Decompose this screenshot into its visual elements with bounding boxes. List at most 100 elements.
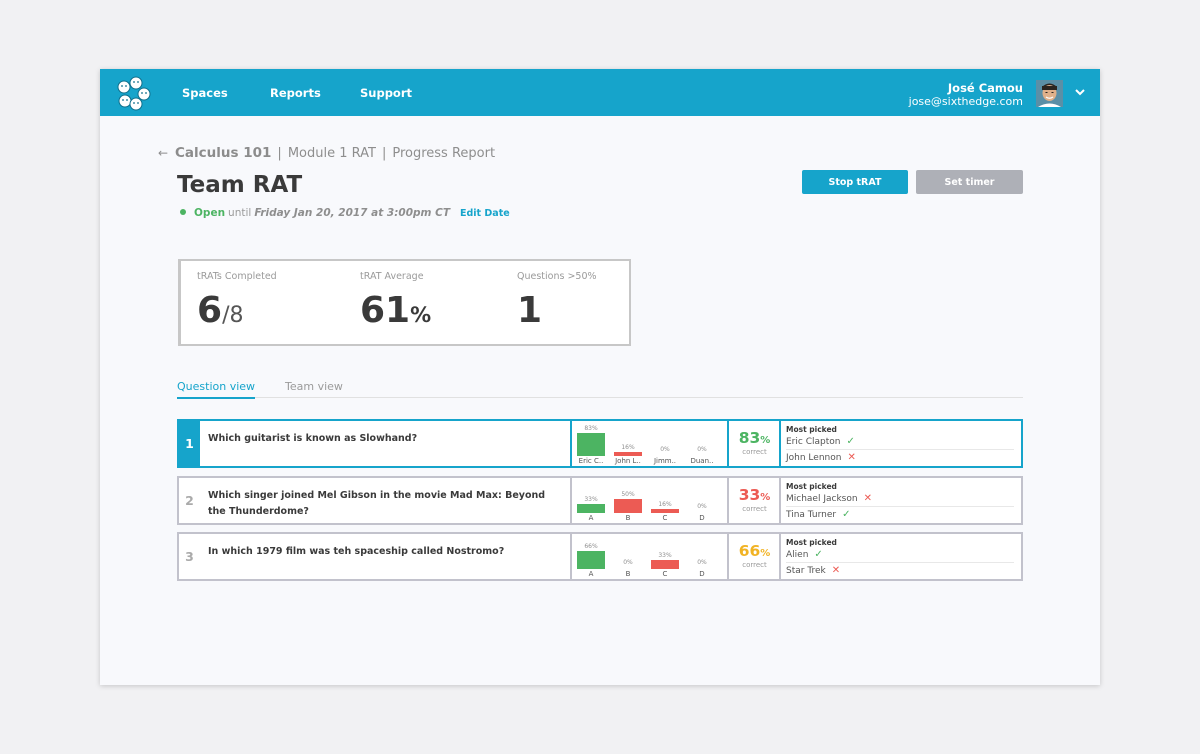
tab-team-view[interactable]: Team view [285, 380, 343, 397]
answer-bar [651, 560, 679, 569]
breadcrumb-page: Progress Report [392, 146, 496, 161]
column-divider [727, 478, 729, 523]
check-icon: ✓ [846, 436, 855, 447]
correct-label: correct [742, 505, 767, 513]
question-row[interactable]: 1 Which guitarist is known as Slowhand? 83… [177, 419, 1023, 468]
most-picked-item: Tina Turner ✓ [786, 507, 1014, 523]
answer-bar-label: C [662, 570, 668, 578]
status-state: Open [194, 207, 226, 219]
most-picked-answer: Michael Jackson [786, 494, 858, 504]
most-picked-item: John Lennon ✕ [786, 450, 1014, 466]
most-picked-answer: Alien [786, 550, 809, 560]
nav-reports[interactable]: Reports [270, 86, 321, 100]
stat-label: Questions >50% [517, 271, 597, 282]
correct-number: 83 [738, 429, 761, 447]
chevron-down-icon[interactable] [1074, 86, 1086, 98]
correct-unit: % [760, 435, 771, 446]
answer-bar-label: Duan.. [690, 457, 714, 465]
answer-distribution-chart: 83% Eric C.. 16% John L.. 0% Jimm.. 0% Duan.. [574, 424, 727, 467]
user-name[interactable]: José Camou [948, 81, 1023, 95]
nav-support[interactable]: Support [360, 86, 412, 100]
user-email: jose@sixthedge.com [908, 95, 1023, 108]
column-divider [570, 478, 572, 523]
status-date: Friday Jan 20, 2017 at 3:00pm CT [254, 207, 451, 219]
answer-bar [614, 499, 642, 513]
question-text: In which 1979 film was teh spaceship cal… [208, 546, 505, 557]
question-row[interactable]: 3 In which 1979 film was teh spaceship ca… [177, 532, 1023, 581]
stop-trat-button[interactable]: Stop tRAT [802, 170, 908, 194]
edit-date-link[interactable]: Edit Date [460, 208, 510, 219]
correct-unit: % [760, 548, 771, 559]
correct-percentage: 33% correct [730, 486, 779, 513]
most-picked-answer: John Lennon [786, 453, 842, 463]
answer-distribution-chart: 33% A 50% B 16% C 0% D [574, 481, 727, 524]
answer-bar-label: C [662, 514, 668, 522]
answer-bar-percent: 0% [623, 559, 633, 566]
check-icon: ✓ [814, 549, 823, 560]
question-number: 3 [185, 549, 194, 564]
answer-bar-label: B [625, 570, 631, 578]
stat-value: 61% [360, 290, 431, 331]
tab-question-view[interactable]: Question view [177, 380, 256, 399]
answer-bar-percent: 33% [584, 496, 598, 503]
set-timer-button[interactable]: Set timer [916, 170, 1023, 194]
answer-bar [577, 433, 605, 456]
question-text: Which guitarist is known as Slowhand? [208, 433, 418, 444]
correct-value: 66% [730, 542, 779, 560]
question-number: 2 [185, 493, 194, 508]
column-divider [779, 478, 781, 523]
correct-value: 33% [730, 486, 779, 504]
most-picked-item: Star Trek ✕ [786, 563, 1014, 579]
answer-bar-label: D [699, 514, 705, 522]
most-picked-answer: Tina Turner [786, 510, 837, 520]
correct-number: 33 [738, 486, 761, 504]
app-window: Spaces Reports Support José Camou jose@s… [100, 69, 1100, 685]
correct-label: correct [742, 448, 767, 456]
correct-percentage: 83% correct [730, 429, 779, 456]
most-picked-item: Michael Jackson ✕ [786, 491, 1014, 507]
navbar: Spaces Reports Support José Camou jose@s… [100, 69, 1100, 116]
column-divider [570, 534, 572, 579]
answer-bar-label: Jimm.. [653, 457, 677, 465]
column-divider [779, 421, 781, 466]
question-row[interactable]: 2 Which singer joined Mel Gibson in the m… [177, 476, 1023, 525]
view-tabs: Question view Team view [177, 380, 1023, 399]
cross-icon: ✕ [831, 565, 841, 576]
question-number: 1 [179, 421, 200, 466]
breadcrumb-course[interactable]: Calculus 101 [175, 145, 271, 161]
most-picked: Most picked Alien ✓ Star Trek ✕ [786, 538, 1014, 579]
avatar[interactable] [1036, 80, 1063, 107]
breadcrumb-separator: | [381, 146, 387, 161]
most-picked-answer: Eric Clapton [786, 437, 841, 447]
stat-label: tRATs Completed [197, 271, 277, 282]
correct-unit: % [760, 492, 771, 503]
stat-label: tRAT Average [360, 271, 424, 282]
status-until: until [228, 207, 252, 219]
stat-average: tRAT Average 61% [360, 271, 431, 331]
stat-completed: tRATs Completed 6/8 [197, 271, 277, 331]
answer-bar-percent: 33% [658, 552, 672, 559]
back-arrow-icon[interactable]: ← [158, 146, 170, 160]
logo-icon[interactable] [114, 75, 154, 111]
answer-bar-percent: 0% [697, 446, 707, 453]
answer-bar-label: A [588, 514, 594, 522]
nav-spaces[interactable]: Spaces [182, 86, 228, 100]
breadcrumb-separator: | [277, 146, 282, 161]
answer-bar-percent: 50% [621, 491, 635, 498]
breadcrumb-module[interactable]: Module 1 RAT [288, 146, 376, 161]
answer-bar [614, 452, 642, 456]
answer-bar-percent: 16% [621, 444, 635, 451]
most-picked-title: Most picked [786, 482, 837, 491]
page-title: Team RAT [177, 172, 303, 198]
answer-bar-label: Eric C.. [578, 457, 604, 465]
most-picked-title: Most picked [786, 425, 837, 434]
correct-number: 66 [738, 542, 761, 560]
answer-bar-percent: 83% [584, 425, 598, 432]
answer-bar-percent: 0% [697, 559, 707, 566]
column-divider [779, 534, 781, 579]
column-divider [727, 421, 729, 466]
stat-value: 6/8 [197, 290, 277, 331]
answer-bar-label: D [699, 570, 705, 578]
question-text: Which singer joined Mel Gibson in the mo… [208, 490, 546, 517]
correct-value: 83% [730, 429, 779, 447]
